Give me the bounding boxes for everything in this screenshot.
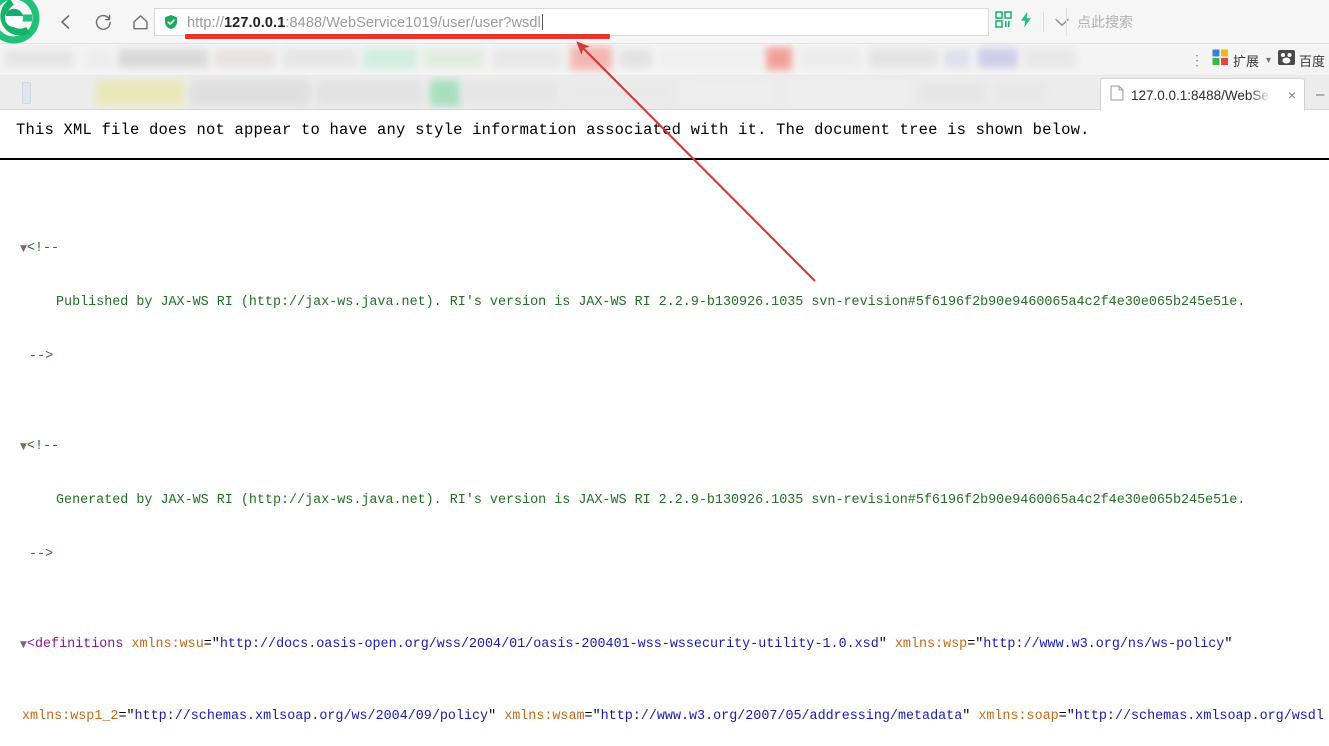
bookmark-item[interactable] xyxy=(978,48,1018,68)
bookmark-item[interactable] xyxy=(800,49,860,68)
tab-item[interactable] xyxy=(430,80,460,106)
xml-line: xmlns:wsp1_2="http://schemas.xmlsoap.org… xyxy=(22,709,1324,724)
xml-attr-name: xmlns:wsp1_2 xyxy=(22,709,119,724)
bookmark-item[interactable] xyxy=(944,49,970,68)
xml-tag-name: definitions xyxy=(34,637,124,652)
extensions-label[interactable]: 扩展 xyxy=(1233,51,1259,70)
tab-item[interactable] xyxy=(190,80,310,106)
xml-style-notice: This XML file does not appear to have an… xyxy=(16,121,1090,139)
tab-item[interactable] xyxy=(996,82,1046,104)
xml-attr-value: http://schemas.xmlsoap.org/wsdl xyxy=(1074,709,1324,724)
toolbar-divider xyxy=(1043,12,1044,32)
bookmark-item[interactable] xyxy=(4,50,74,67)
lightning-bolt-icon[interactable] xyxy=(1019,11,1033,33)
home-button[interactable] xyxy=(126,8,154,36)
disclosure-triangle-icon[interactable]: ▼ xyxy=(20,442,27,452)
new-tab-button[interactable]: – xyxy=(1316,86,1324,103)
tab-item[interactable] xyxy=(920,82,986,104)
text-caret xyxy=(541,13,543,30)
tab-item[interactable] xyxy=(786,80,912,106)
xml-line: Generated by JAX-WS RI (http://jax-ws.ja… xyxy=(0,492,1329,510)
bookmark-item[interactable] xyxy=(86,49,112,68)
qr-code-icon[interactable] xyxy=(995,11,1012,33)
url-host: 127.0.0.1 xyxy=(223,14,286,31)
address-bar-actions xyxy=(995,8,1074,36)
bookmark-item[interactable] xyxy=(660,50,760,67)
green-e-logo xyxy=(0,0,48,46)
tab-item[interactable] xyxy=(462,80,558,106)
search-placeholder: 点此搜索 xyxy=(1077,14,1133,30)
baidu-icon[interactable] xyxy=(1277,50,1295,70)
disclosure-triangle-icon[interactable]: ▼ xyxy=(20,244,27,254)
tabstrip-scroll-handle[interactable] xyxy=(22,82,31,104)
tab-item[interactable] xyxy=(684,80,776,106)
bookmark-item[interactable] xyxy=(423,49,485,68)
url-path: :8488/WebService1019/user/user?wsdl xyxy=(285,14,541,31)
bookmark-item[interactable] xyxy=(620,49,652,68)
tab-item[interactable] xyxy=(316,80,422,106)
reload-button[interactable] xyxy=(89,8,117,36)
address-bar-url: http://127.0.0.1:8488/WebService1019/use… xyxy=(187,13,543,31)
disclosure-triangle-icon[interactable]: ▼ xyxy=(20,640,27,650)
address-bar[interactable]: http://127.0.0.1:8488/WebService1019/use… xyxy=(154,8,989,36)
bookmark-item[interactable] xyxy=(570,46,612,70)
xml-attr-value: http://www.w3.org/ns/ws-policy xyxy=(983,637,1225,652)
xml-comment-body: Published by JAX-WS RI (http://jax-ws.ja… xyxy=(56,295,1246,310)
extension-grid-icon[interactable] xyxy=(1212,49,1229,71)
xml-attr-value: http://www.w3.org/2007/05/addressing/met… xyxy=(600,709,963,724)
bookmark-item[interactable] xyxy=(492,49,562,68)
bookmark-item[interactable] xyxy=(214,49,276,68)
chevron-down-icon[interactable]: ▾ xyxy=(1266,55,1271,66)
xml-attr-name: xmlns:wsp xyxy=(894,637,968,652)
overflow-menu-icon[interactable]: ⋮ xyxy=(1190,52,1204,69)
shield-icon xyxy=(163,14,179,30)
tab-active[interactable]: 127.0.0.1:8488/WebService × xyxy=(1100,78,1305,111)
xml-line: --> xyxy=(0,348,1329,366)
xml-line: ▼<!-- xyxy=(0,438,1329,456)
xml-comment-open: <!-- xyxy=(26,241,60,256)
url-underline-annotation xyxy=(185,34,610,39)
xml-attr-name: xmlns:soap xyxy=(978,709,1059,724)
notice-divider xyxy=(0,158,1329,160)
bookmark-item[interactable] xyxy=(1024,49,1076,68)
xml-comment-close: --> xyxy=(29,349,54,364)
bookmark-item[interactable] xyxy=(363,48,417,69)
bookmark-item[interactable] xyxy=(766,47,792,70)
close-icon[interactable]: × xyxy=(1288,88,1296,102)
xml-attr-value: http://docs.oasis-open.org/wss/2004/01/o… xyxy=(219,637,879,652)
url-scheme: http:// xyxy=(187,14,224,31)
extensions-toolbar: ⋮ 扩展 ▾ 百度 xyxy=(1190,46,1325,74)
tab-title: 127.0.0.1:8488/WebService xyxy=(1131,87,1271,103)
bookmark-item[interactable] xyxy=(868,48,938,68)
xml-comment-open: <!-- xyxy=(26,439,60,454)
browser-chrome: http://127.0.0.1:8488/WebService1019/use… xyxy=(0,0,1329,111)
bookmarks-bar[interactable] xyxy=(0,44,1329,76)
tab-item[interactable] xyxy=(96,80,184,106)
xml-attr-value: http://schemas.xmlsoap.org/ws/2004/09/po… xyxy=(134,709,489,724)
xml-document-tree: ▼<!-- Published by JAX-WS RI (http://jax… xyxy=(0,168,1329,746)
xml-comment-body: Generated by JAX-WS RI (http://jax-ws.ja… xyxy=(56,493,1246,508)
baidu-label[interactable]: 百度 xyxy=(1299,51,1325,70)
xml-line: ▼<definitions xmlns:wsu="http://docs.oas… xyxy=(20,637,1233,652)
bookmark-item[interactable] xyxy=(118,49,208,68)
tab-item[interactable] xyxy=(566,80,676,106)
xml-line: Published by JAX-WS RI (http://jax-ws.ja… xyxy=(0,294,1329,312)
bookmark-item[interactable] xyxy=(283,49,357,68)
page-favicon-icon xyxy=(1110,85,1124,106)
search-input[interactable]: 点此搜索 xyxy=(1066,8,1329,36)
xml-viewer: This XML file does not appear to have an… xyxy=(0,110,1329,746)
xml-line: --> xyxy=(0,546,1329,564)
xml-line: ▼<!-- xyxy=(0,240,1329,258)
xml-attr-name: xmlns:wsu xyxy=(131,637,204,652)
xml-comment-close: --> xyxy=(29,547,54,562)
back-button[interactable] xyxy=(52,8,80,36)
xml-attr-name: xmlns:wsam xyxy=(504,709,585,724)
